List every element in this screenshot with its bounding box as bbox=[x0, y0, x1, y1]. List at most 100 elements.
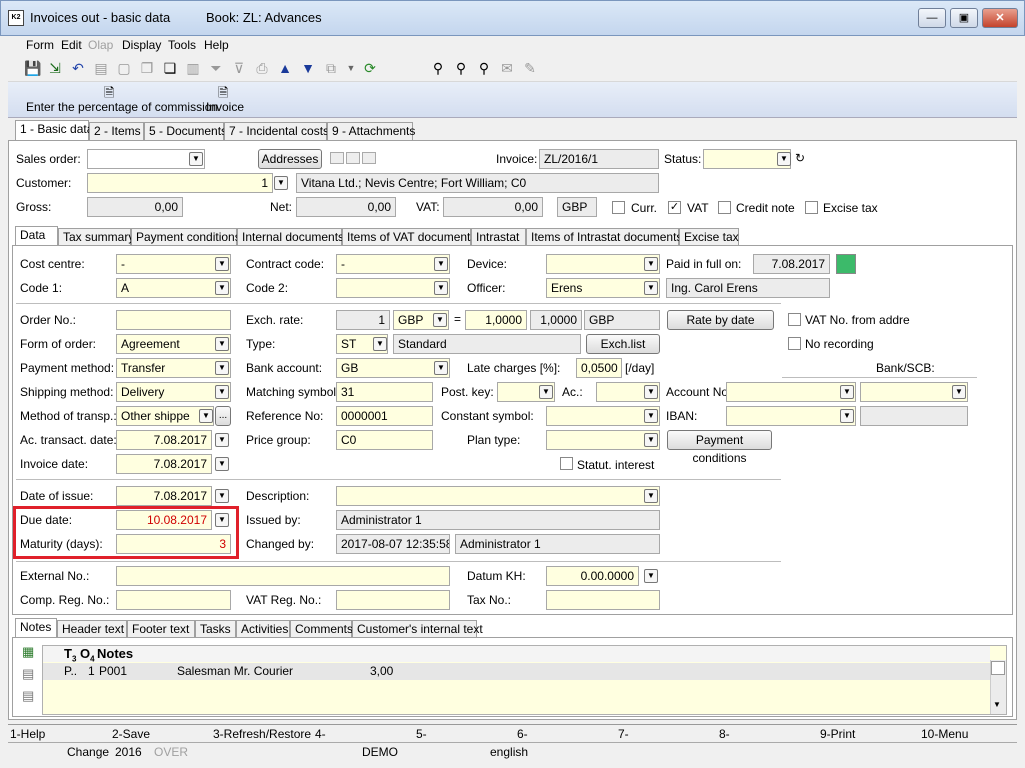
ac-transact-date-field[interactable]: 7.08.2017 bbox=[116, 430, 212, 450]
notes-tab-header-text[interactable]: Header text bbox=[57, 620, 127, 638]
tab-incidental-costs[interactable]: 7 - Incidental costs bbox=[224, 122, 329, 140]
menu-olap[interactable]: Olap bbox=[88, 38, 113, 52]
edit-icon[interactable]: ✎ bbox=[522, 60, 538, 76]
binoculars-icon[interactable]: ⚲ bbox=[430, 60, 446, 76]
exch-rate-field[interactable]: 1,0000 bbox=[465, 310, 527, 330]
account-no-dropdown-icon[interactable]: ▼ bbox=[840, 385, 854, 399]
new-icon[interactable]: ▢ bbox=[116, 60, 132, 76]
sales-order-field[interactable] bbox=[87, 149, 205, 169]
constant-symbol-field[interactable] bbox=[546, 406, 660, 426]
scrollbar-thumb[interactable] bbox=[991, 661, 1005, 675]
form-of-order-field[interactable]: Agreement bbox=[116, 334, 231, 354]
late-charges-field[interactable]: 0,0500 bbox=[576, 358, 622, 378]
post-key-dropdown-icon[interactable]: ▼ bbox=[539, 385, 553, 399]
fkey-7[interactable]: 7- bbox=[618, 727, 629, 741]
filter-icon[interactable]: ⏷ bbox=[208, 60, 224, 76]
copy-icon[interactable]: ❐ bbox=[139, 60, 155, 76]
arrow-down-icon[interactable]: ▼ bbox=[300, 60, 316, 76]
officer-field[interactable]: Erens bbox=[546, 278, 660, 298]
subtab-items-intrastat-documents[interactable]: Items of Intrastat documents bbox=[526, 228, 682, 246]
vat-checkbox[interactable]: ✓ bbox=[668, 201, 681, 214]
customer-dropdown-icon[interactable]: ▼ bbox=[274, 176, 288, 190]
datum-kh-field[interactable]: 0.00.0000 bbox=[546, 566, 639, 586]
fkey-print[interactable]: 9-Print bbox=[820, 727, 855, 741]
payment-method-field[interactable]: Transfer bbox=[116, 358, 231, 378]
subtab-payment-conditions[interactable]: Payment conditions bbox=[131, 228, 241, 246]
status-history-icon[interactable]: ↻ bbox=[795, 151, 805, 165]
comp-reg-field[interactable] bbox=[116, 590, 231, 610]
dropdown-arrow-icon[interactable]: ▼ bbox=[343, 60, 359, 76]
constant-symbol-dropdown-icon[interactable]: ▼ bbox=[644, 409, 658, 423]
scroll-down-icon[interactable]: ▼ bbox=[993, 700, 1001, 709]
contract-code-field[interactable]: - bbox=[336, 254, 450, 274]
address-icon-3[interactable] bbox=[362, 152, 376, 164]
subtab-data[interactable]: Data bbox=[15, 226, 58, 246]
notes-tab-tasks[interactable]: Tasks bbox=[195, 620, 236, 638]
cost-centre-field[interactable]: - bbox=[116, 254, 231, 274]
print-icon[interactable]: ⎙ bbox=[254, 60, 270, 76]
transport-method-dropdown-icon[interactable]: ▼ bbox=[199, 409, 213, 423]
link-icon[interactable]: ⧉ bbox=[323, 60, 339, 76]
fkey-save[interactable]: 2-Save bbox=[112, 727, 150, 741]
rate-by-date-button[interactable]: Rate by date bbox=[667, 310, 774, 330]
filter-clear-icon[interactable]: ⊽ bbox=[231, 60, 247, 76]
note-add-icon[interactable]: ▦ bbox=[22, 644, 34, 660]
cost-centre-dropdown-icon[interactable]: ▼ bbox=[215, 257, 229, 271]
shipping-method-field[interactable]: Delivery bbox=[116, 382, 231, 402]
price-group-field[interactable]: C0 bbox=[336, 430, 433, 450]
save-icon[interactable]: 💾 bbox=[24, 60, 41, 76]
notes-tab-customers-internal-text[interactable]: Customer's internal text bbox=[352, 620, 483, 638]
notes-tab-comments[interactable]: Comments bbox=[290, 620, 353, 638]
close-button[interactable]: ✕ bbox=[982, 8, 1018, 28]
reference-no-field[interactable]: 0000001 bbox=[336, 406, 433, 426]
fkey-refresh[interactable]: 3-Refresh/Restore bbox=[213, 727, 311, 741]
menu-tools[interactable]: Tools bbox=[168, 38, 196, 52]
date-of-issue-calendar-icon[interactable]: ▼ bbox=[215, 489, 229, 503]
external-no-field[interactable] bbox=[116, 566, 450, 586]
fkey-6[interactable]: 6- bbox=[517, 727, 528, 741]
menu-display[interactable]: Display bbox=[122, 38, 161, 52]
iban-field[interactable] bbox=[726, 406, 856, 426]
iban-dropdown-icon[interactable]: ▼ bbox=[840, 409, 854, 423]
notes-tab-activities[interactable]: Activities bbox=[236, 620, 290, 638]
customer-code-field[interactable]: 1 bbox=[87, 173, 273, 193]
address-icon-2[interactable] bbox=[346, 152, 360, 164]
invoice-date-calendar-icon[interactable]: ▼ bbox=[215, 457, 229, 471]
sales-order-dropdown-icon[interactable]: ▼ bbox=[189, 152, 203, 166]
fkey-4[interactable]: 4- bbox=[315, 727, 326, 741]
bank-account-dropdown-icon[interactable]: ▼ bbox=[434, 361, 448, 375]
maximize-button[interactable]: ▣ bbox=[950, 8, 978, 28]
notes-tab-footer-text[interactable]: Footer text bbox=[127, 620, 195, 638]
code2-field[interactable] bbox=[336, 278, 450, 298]
no-recording-checkbox[interactable] bbox=[788, 337, 801, 350]
date-of-issue-field[interactable]: 7.08.2017 bbox=[116, 486, 212, 506]
code1-dropdown-icon[interactable]: ▼ bbox=[215, 281, 229, 295]
subtab-intrastat[interactable]: Intrastat bbox=[471, 228, 526, 246]
note-edit-icon[interactable]: ▤ bbox=[22, 666, 34, 682]
credit-note-checkbox[interactable] bbox=[718, 201, 731, 214]
invoice-date-field[interactable]: 7.08.2017 bbox=[116, 454, 212, 474]
tax-no-field[interactable] bbox=[546, 590, 660, 610]
mail-icon[interactable]: ✉ bbox=[499, 60, 515, 76]
ac-dropdown-icon[interactable]: ▼ bbox=[644, 385, 658, 399]
plan-type-dropdown-icon[interactable]: ▼ bbox=[644, 433, 658, 447]
minimize-button[interactable]: — bbox=[918, 8, 946, 28]
type-dropdown-icon[interactable]: ▼ bbox=[373, 337, 387, 351]
curr-checkbox[interactable] bbox=[612, 201, 625, 214]
statut-interest-checkbox[interactable] bbox=[560, 457, 573, 470]
device-field[interactable] bbox=[546, 254, 660, 274]
shipping-method-dropdown-icon[interactable]: ▼ bbox=[215, 385, 229, 399]
subtab-tax-summary[interactable]: Tax summary bbox=[58, 228, 134, 246]
plan-type-field[interactable] bbox=[546, 430, 660, 450]
exch-list-button[interactable]: Exch.list bbox=[586, 334, 660, 354]
excise-tax-checkbox[interactable] bbox=[805, 201, 818, 214]
tab-items[interactable]: 2 - Items bbox=[89, 122, 144, 140]
menu-form[interactable]: Form bbox=[26, 38, 54, 52]
arrow-up-icon[interactable]: ▲ bbox=[277, 60, 293, 76]
order-no-field[interactable] bbox=[116, 310, 231, 330]
commission-action[interactable]: Enter the percentage of commission bbox=[26, 100, 218, 114]
status-dropdown-icon[interactable]: ▼ bbox=[777, 152, 791, 166]
notes-tab-notes[interactable]: Notes bbox=[15, 618, 57, 638]
fkey-help[interactable]: 1-Help bbox=[10, 727, 45, 741]
undo-icon[interactable]: ↶ bbox=[70, 60, 86, 76]
